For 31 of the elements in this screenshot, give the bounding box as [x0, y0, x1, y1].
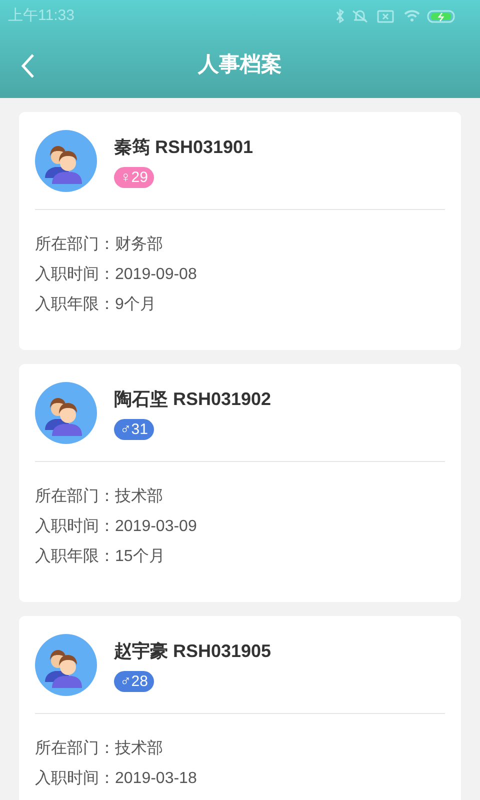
field-value: 财务部	[115, 234, 163, 255]
employee-card[interactable]: 赵宇豪 RSH031905 ♂28 所在部门：技术部 入职时间：2019-03-18	[19, 616, 461, 800]
field-value: 2019-09-08	[115, 265, 197, 285]
field-label: 所在部门：	[35, 486, 115, 507]
status-time: 上午11:33	[8, 6, 74, 26]
field-label: 所在部门：	[35, 738, 115, 759]
people-avatar-icon	[35, 130, 97, 192]
employee-card[interactable]: 秦筠 RSH031901 ♀29 所在部门：财务部 入职时间：2019-09-08 入职年限：9个月	[19, 112, 461, 350]
gender-age-badge: ♀29	[114, 167, 154, 188]
people-avatar-icon	[35, 634, 97, 696]
back-icon	[21, 53, 35, 79]
field-value: 9个月	[115, 295, 156, 315]
field-value: 15个月	[115, 547, 165, 567]
field-value: 2019-03-18	[115, 769, 197, 789]
gender-age-badge: ♂31	[114, 419, 154, 440]
employee-name: 赵宇豪 RSH031905	[114, 640, 272, 663]
employee-name: 陶石坚 RSH031902	[114, 388, 272, 411]
people-avatar-icon	[35, 382, 97, 444]
field-label: 入职时间：	[35, 768, 115, 789]
field-value: 技术部	[115, 738, 163, 759]
gender-age-badge: ♂28	[114, 671, 154, 692]
field-value: 技术部	[115, 486, 163, 507]
field-label: 入职年限：	[35, 546, 115, 567]
employee-card[interactable]: 陶石坚 RSH031902 ♂31 所在部门：技术部 入职时间：2019-03-09 入职年限：15个月	[19, 364, 461, 602]
page-title: 人事档案	[198, 52, 282, 78]
field-label: 所在部门：	[35, 234, 115, 255]
field-label: 入职年限：	[35, 294, 115, 315]
employee-name: 秦筠 RSH031901	[114, 136, 254, 159]
field-value: 2019-03-09	[115, 517, 197, 537]
field-label: 入职时间：	[35, 264, 115, 285]
field-label: 入职时间：	[35, 516, 115, 537]
